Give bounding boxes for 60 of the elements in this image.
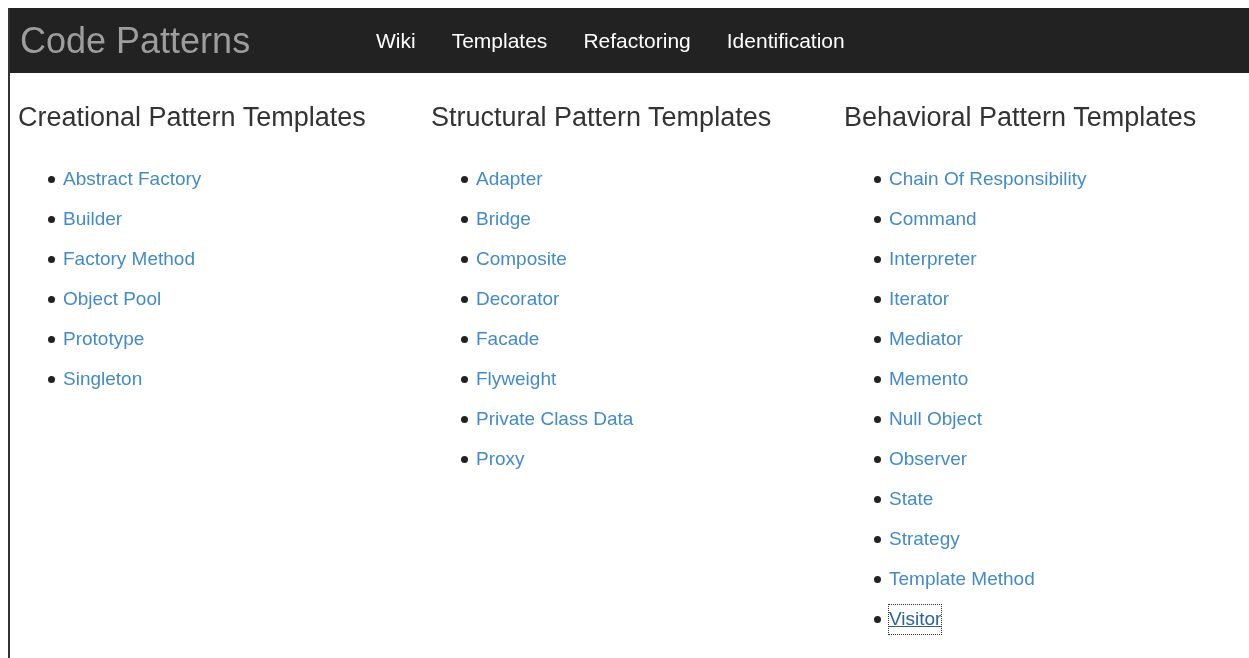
bullet-icon bbox=[874, 215, 881, 223]
nav-link[interactable]: Templates bbox=[433, 24, 566, 57]
bullet-icon bbox=[874, 575, 881, 583]
bullet-icon bbox=[48, 375, 55, 383]
pattern-link[interactable]: Visitor bbox=[889, 605, 942, 634]
pattern-link[interactable]: Object Pool bbox=[63, 285, 162, 314]
pattern-link[interactable]: Flyweight bbox=[476, 365, 557, 394]
section-heading: Creational Pattern Templates bbox=[18, 101, 367, 134]
bullet-icon bbox=[48, 175, 55, 183]
pattern-link[interactable]: Singleton bbox=[63, 365, 143, 394]
bullet-icon bbox=[874, 615, 881, 623]
pattern-link[interactable]: Null Object bbox=[889, 405, 982, 434]
pattern-link[interactable]: Composite bbox=[476, 245, 567, 274]
pattern-link[interactable]: Facade bbox=[476, 325, 540, 354]
bullet-icon bbox=[48, 215, 55, 223]
bullet-icon bbox=[461, 375, 468, 383]
pattern-link[interactable]: Iterator bbox=[889, 285, 950, 314]
bullet-icon bbox=[461, 215, 468, 223]
pattern-link[interactable]: State bbox=[889, 485, 934, 514]
pattern-link[interactable]: Template Method bbox=[889, 565, 1035, 594]
brand-link[interactable]: Code Patterns bbox=[20, 13, 358, 68]
pattern-link[interactable]: Builder bbox=[63, 205, 123, 234]
bullet-icon bbox=[48, 255, 55, 263]
pattern-link[interactable]: Interpreter bbox=[889, 245, 977, 274]
pattern-link[interactable]: Observer bbox=[889, 445, 968, 474]
bullet-icon bbox=[874, 335, 881, 343]
bullet-icon bbox=[461, 295, 468, 303]
pattern-link[interactable]: Adapter bbox=[476, 165, 543, 194]
pattern-link[interactable]: Strategy bbox=[889, 525, 960, 554]
bullet-icon bbox=[48, 335, 55, 343]
pattern-link[interactable]: Private Class Data bbox=[476, 405, 634, 434]
bullet-icon bbox=[874, 455, 881, 463]
bullet-icon bbox=[874, 495, 881, 503]
pattern-link[interactable]: Proxy bbox=[476, 445, 525, 474]
pattern-link[interactable]: Bridge bbox=[476, 205, 531, 234]
pattern-link[interactable]: Abstract Factory bbox=[63, 165, 202, 194]
bullet-icon bbox=[461, 455, 468, 463]
pattern-link[interactable]: Decorator bbox=[476, 285, 560, 314]
pattern-link[interactable]: Factory Method bbox=[63, 245, 195, 274]
bullet-icon bbox=[874, 415, 881, 423]
nav-link[interactable]: Identification bbox=[708, 24, 863, 57]
section-heading: Behavioral Pattern Templates bbox=[844, 101, 1198, 134]
pattern-link[interactable]: Chain Of Responsibility bbox=[889, 165, 1087, 194]
bullet-icon bbox=[874, 295, 881, 303]
bullet-icon bbox=[461, 415, 468, 423]
bullet-icon bbox=[461, 255, 468, 263]
pattern-link[interactable]: Mediator bbox=[889, 325, 963, 354]
nav-link[interactable]: Refactoring bbox=[565, 24, 709, 57]
bullet-icon bbox=[461, 175, 468, 183]
bullet-icon bbox=[461, 335, 468, 343]
pattern-link[interactable]: Memento bbox=[889, 365, 969, 394]
section-heading: Structural Pattern Templates bbox=[431, 101, 773, 134]
pattern-link[interactable]: Prototype bbox=[63, 325, 145, 354]
bullet-icon bbox=[874, 375, 881, 383]
pattern-link[interactable]: Command bbox=[889, 205, 977, 234]
bullet-icon bbox=[48, 295, 55, 303]
bullet-icon bbox=[874, 175, 881, 183]
nav-link[interactable]: Wiki bbox=[358, 24, 434, 57]
bullet-icon bbox=[874, 255, 881, 263]
bullet-icon bbox=[874, 535, 881, 543]
